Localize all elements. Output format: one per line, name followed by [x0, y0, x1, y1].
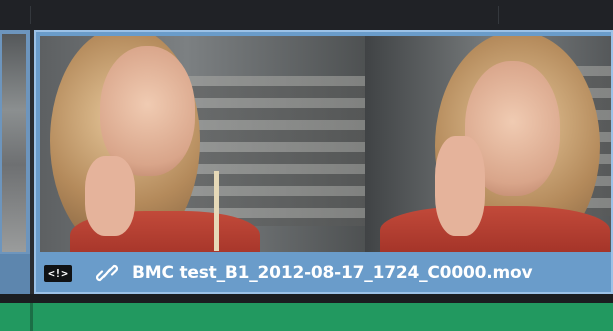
clip-thumbnail-frame	[365, 36, 611, 252]
clip-warning-badge[interactable]: <!>	[44, 265, 72, 282]
track-divider	[0, 294, 613, 303]
clip-name: BMC test_B1_2012-08-17_1724_C0000.mov	[132, 263, 533, 283]
audio-clip[interactable]	[0, 303, 613, 331]
previous-video-clip[interactable]	[0, 30, 30, 294]
link-icon	[96, 264, 118, 282]
video-clip[interactable]: <!> BMC test_B1_2012-08-17_1724_C0000.mo…	[34, 30, 613, 294]
ruler-tick	[30, 6, 31, 24]
timeline-ruler[interactable]	[0, 0, 613, 31]
clip-thumbnail-frame	[40, 36, 365, 252]
clip-thumbnail	[2, 34, 26, 252]
clip-edit-point[interactable]	[30, 303, 33, 331]
clip-name-bar: <!> BMC test_B1_2012-08-17_1724_C0000.mo…	[36, 254, 611, 292]
clip-name-bar	[0, 254, 30, 294]
clip-thumbnails	[40, 36, 611, 252]
ruler-tick	[498, 6, 499, 24]
